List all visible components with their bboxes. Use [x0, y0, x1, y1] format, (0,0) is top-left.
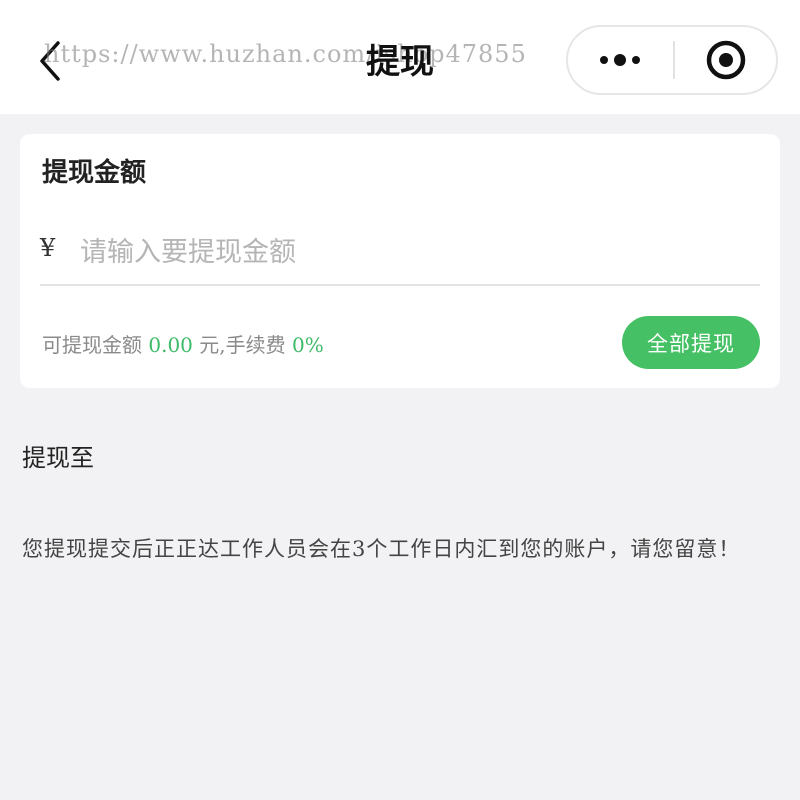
mini-program-capsule	[566, 25, 778, 95]
currency-symbol: ¥	[40, 234, 56, 262]
amount-input[interactable]	[78, 230, 742, 274]
notice-text: 您提现提交后正正达工作人员会在3个工作日内汇到您的账户，请您留意！	[22, 537, 741, 561]
more-button[interactable]	[568, 27, 672, 93]
fee-rate-value: 0%	[291, 333, 324, 357]
close-program-button[interactable]	[676, 27, 776, 93]
withdraw-amount-card: 提现金额 ¥ 可提现金额 0.00 元,手续费 0% 全部提现	[20, 134, 780, 388]
available-prefix: 可提现金额	[42, 333, 149, 357]
amount-input-row: ¥	[40, 224, 760, 286]
navigation-bar: https://www.huzhan.com/ishop47855 提现	[0, 0, 800, 114]
withdraw-to-label[interactable]: 提现至	[22, 438, 94, 473]
watermark-text: https://www.huzhan.com/ishop47855	[44, 40, 527, 68]
more-dots-icon	[600, 54, 640, 66]
available-amount-value: 0.00	[148, 333, 193, 357]
available-unit-fee-label: 元,手续费	[192, 333, 292, 357]
target-close-icon	[706, 40, 746, 80]
card-title: 提现金额	[42, 158, 147, 188]
withdraw-all-button[interactable]: 全部提现	[622, 316, 760, 369]
available-amount-text: 可提现金额 0.00 元,手续费 0%	[42, 329, 324, 358]
capsule-divider	[673, 41, 675, 79]
